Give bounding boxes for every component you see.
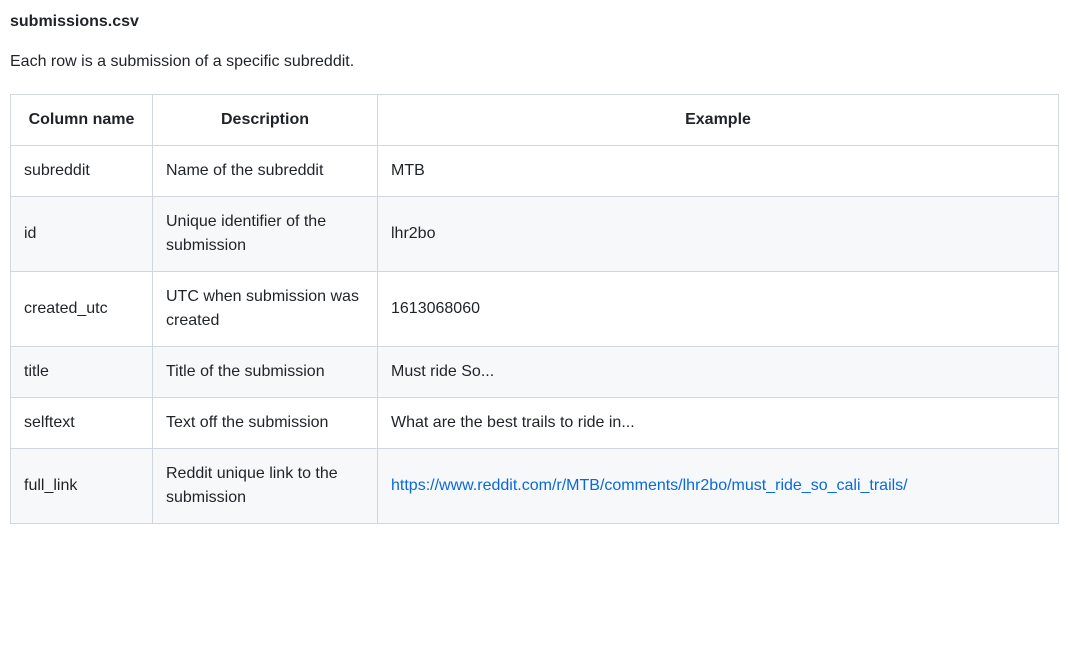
table-row: selftextText off the submissionWhat are …: [11, 398, 1059, 449]
table-row: idUnique identifier of the submissionlhr…: [11, 197, 1059, 272]
cell-description: Title of the submission: [153, 347, 378, 398]
cell-column-name: id: [11, 197, 153, 272]
table-row: created_utcUTC when submission was creat…: [11, 272, 1059, 347]
cell-description: Reddit unique link to the submission: [153, 449, 378, 524]
table-header-row: Column name Description Example: [11, 95, 1059, 146]
cell-example: https://www.reddit.com/r/MTB/comments/lh…: [378, 449, 1059, 524]
cell-example: Must ride So...: [378, 347, 1059, 398]
cell-column-name: subreddit: [11, 146, 153, 197]
cell-description: Name of the subreddit: [153, 146, 378, 197]
section-intro: Each row is a submission of a specific s…: [10, 50, 1059, 74]
table-header-example: Example: [378, 95, 1059, 146]
example-link[interactable]: https://www.reddit.com/r/MTB/comments/lh…: [391, 477, 908, 494]
table-row: full_linkReddit unique link to the submi…: [11, 449, 1059, 524]
cell-column-name: title: [11, 347, 153, 398]
cell-column-name: selftext: [11, 398, 153, 449]
schema-table: Column name Description Example subreddi…: [10, 94, 1059, 524]
cell-column-name: created_utc: [11, 272, 153, 347]
cell-example: What are the best trails to ride in...: [378, 398, 1059, 449]
cell-description: UTC when submission was created: [153, 272, 378, 347]
table-row: subredditName of the subredditMTB: [11, 146, 1059, 197]
cell-description: Text off the submission: [153, 398, 378, 449]
table-header-column-name: Column name: [11, 95, 153, 146]
cell-description: Unique identifier of the submission: [153, 197, 378, 272]
table-row: titleTitle of the submissionMust ride So…: [11, 347, 1059, 398]
table-header-description: Description: [153, 95, 378, 146]
cell-example: lhr2bo: [378, 197, 1059, 272]
cell-example: 1613068060: [378, 272, 1059, 347]
cell-column-name: full_link: [11, 449, 153, 524]
cell-example: MTB: [378, 146, 1059, 197]
section-heading: submissions.csv: [10, 10, 1059, 34]
